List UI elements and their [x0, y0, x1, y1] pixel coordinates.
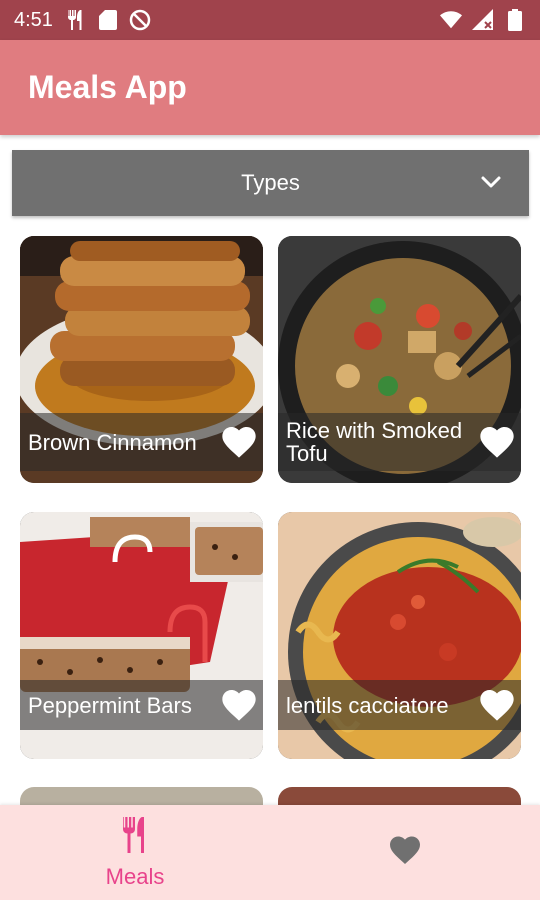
meal-card[interactable]: Peppermint Bars	[20, 512, 263, 759]
nav-item-meals[interactable]: Meals	[0, 805, 270, 900]
battery-icon	[504, 9, 526, 31]
meal-name: lentils cacciatore	[286, 692, 449, 718]
heart-icon[interactable]	[477, 685, 517, 725]
meal-card[interactable]: lentils cacciatore	[278, 512, 521, 759]
caption-band: lentils cacciatore	[278, 680, 521, 730]
signal-icon	[472, 9, 494, 31]
do-not-disturb-icon	[129, 9, 151, 31]
meal-card[interactable]	[278, 787, 521, 807]
app-bar: Meals App	[0, 40, 540, 135]
meal-name: Rice with Smoked Tofu	[286, 418, 463, 466]
meal-card[interactable]	[20, 787, 263, 807]
nav-item-favorites[interactable]	[270, 805, 540, 900]
meal-name: Peppermint Bars	[28, 692, 192, 718]
restaurant-icon	[120, 815, 150, 860]
meal-card[interactable]: Brown Cinnamon	[20, 236, 263, 483]
types-label: Types	[241, 170, 300, 195]
heart-icon[interactable]	[219, 685, 259, 725]
sd-card-icon	[97, 9, 119, 31]
caption-band: Peppermint Bars	[20, 680, 263, 730]
nav-label: Meals	[105, 864, 165, 889]
status-time: 4:51	[14, 8, 53, 31]
heart-icon	[387, 832, 423, 873]
types-dropdown[interactable]: Types	[12, 150, 529, 216]
chevron-down-icon	[479, 170, 503, 194]
caption-band: Rice with Smoked Tofu	[278, 413, 521, 471]
heart-icon[interactable]	[477, 422, 517, 462]
meal-card[interactable]: Rice with Smoked Tofu	[278, 236, 521, 483]
status-bar: 4:51	[0, 0, 540, 40]
bottom-nav: Meals	[0, 805, 540, 900]
meal-name: Brown Cinnamon	[28, 429, 197, 455]
app-title: Meals App	[28, 69, 187, 105]
heart-icon[interactable]	[219, 422, 259, 462]
caption-band: Brown Cinnamon	[20, 413, 263, 471]
wifi-icon	[440, 9, 462, 31]
restaurant-icon	[65, 9, 87, 31]
